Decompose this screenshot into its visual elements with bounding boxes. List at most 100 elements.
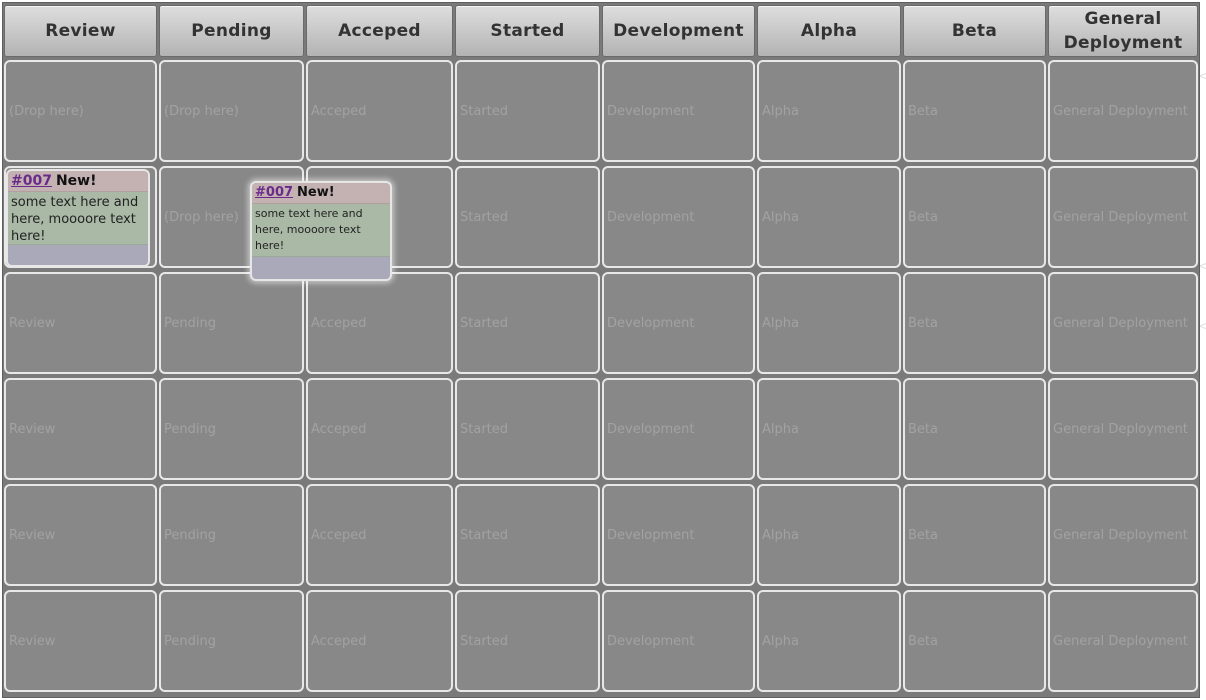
card-header: #007 New! <box>8 171 148 192</box>
board-cell[interactable]: Started <box>455 378 600 480</box>
board-cell[interactable]: Alpha <box>757 272 901 374</box>
board-cell[interactable]: Pending <box>159 272 304 374</box>
board-cell[interactable]: General Deployment <box>1048 484 1198 586</box>
cell-drop-label: Alpha <box>762 527 799 543</box>
cell-drop-label: Alpha <box>762 315 799 331</box>
column-header-row: Review Pending Acceped Started Developme… <box>3 3 1199 59</box>
board-cell[interactable]: Review <box>4 484 157 586</box>
cell-drop-label: (Drop here) <box>9 103 84 119</box>
cell-drop-label: Acceped <box>311 315 367 331</box>
board-cell[interactable]: Alpha <box>757 378 901 480</box>
cell-drop-label: Pending <box>164 421 216 437</box>
board-cell[interactable]: (Drop here) <box>159 60 304 162</box>
board-cell[interactable]: General Deployment <box>1048 378 1198 480</box>
cell-drop-label: General Deployment <box>1053 103 1188 119</box>
cell-drop-label: Development <box>607 209 695 225</box>
board-cell[interactable]: Development <box>602 60 755 162</box>
cell-drop-label: Started <box>460 633 509 649</box>
card-text: some text here and here, moooore text he… <box>8 192 148 245</box>
board-cell[interactable]: Beta <box>903 378 1046 480</box>
board-cell[interactable]: Acceped <box>306 60 453 162</box>
board-cell[interactable]: Started <box>455 166 600 268</box>
cell-drop-label: Acceped <box>311 527 367 543</box>
cell-drop-label: General Deployment <box>1053 421 1188 437</box>
cell-drop-label: General Deployment <box>1053 633 1188 649</box>
column-header-pending[interactable]: Pending <box>159 5 304 57</box>
cell-drop-label: Alpha <box>762 209 799 225</box>
task-card-dragging[interactable]: #007 New! some text here and here, moooor… <box>250 181 392 281</box>
board-cell[interactable]: Pending <box>159 590 304 692</box>
board-cell[interactable]: Alpha <box>757 484 901 586</box>
cell-drop-label: (Drop here) <box>164 209 239 225</box>
cell-drop-label: Development <box>607 527 695 543</box>
kanban-board: Review Pending Acceped Started Developme… <box>2 2 1200 698</box>
board-cell[interactable]: Review <box>4 378 157 480</box>
column-header-acceped[interactable]: Acceped <box>306 5 453 57</box>
board-cell[interactable]: Acceped <box>306 590 453 692</box>
cell-drop-label: General Deployment <box>1053 209 1188 225</box>
board-cell[interactable]: Started <box>455 60 600 162</box>
column-header-general-deployment[interactable]: General Deployment <box>1048 5 1198 57</box>
task-card[interactable]: #007 New! some text here and here, moooor… <box>6 169 150 267</box>
cell-drop-label: Started <box>460 209 509 225</box>
board-cell[interactable]: Beta <box>903 166 1046 268</box>
card-id-link[interactable]: #007 <box>11 173 52 189</box>
column-title: Alpha <box>800 21 858 41</box>
board-cell[interactable]: Pending <box>159 484 304 586</box>
board-cell[interactable]: Alpha <box>757 166 901 268</box>
board-cell[interactable]: Beta <box>903 590 1046 692</box>
board-cell[interactable]: Started <box>455 272 600 374</box>
board-cell[interactable]: Started <box>455 484 600 586</box>
column-title: General Deployment <box>1063 9 1183 53</box>
column-header-beta[interactable]: Beta <box>903 5 1046 57</box>
board-cell[interactable]: Started <box>455 590 600 692</box>
column-header-alpha[interactable]: Alpha <box>757 5 901 57</box>
board-cell[interactable]: General Deployment <box>1048 590 1198 692</box>
cell-drop-label: Beta <box>908 421 938 437</box>
card-text: some text here and here, moooore text he… <box>252 204 390 257</box>
column-title: Beta <box>951 21 998 41</box>
board-cell[interactable]: Development <box>602 272 755 374</box>
card-new-badge: New! <box>55 173 97 189</box>
board-cell[interactable]: Beta <box>903 272 1046 374</box>
board-cell[interactable]: Review <box>4 590 157 692</box>
board-cell[interactable]: Alpha <box>757 60 901 162</box>
board-cell[interactable]: (Drop here) <box>4 60 157 162</box>
cell-drop-label: Review <box>9 315 56 331</box>
board-cell[interactable]: Pending <box>159 378 304 480</box>
column-header-development[interactable]: Development <box>602 5 755 57</box>
cell-drop-label: (Drop here) <box>164 103 239 119</box>
board-cell[interactable]: Alpha <box>757 590 901 692</box>
board-cell[interactable]: Acceped <box>306 272 453 374</box>
column-title: Acceped <box>338 21 421 41</box>
board-cell[interactable]: Acceped <box>306 484 453 586</box>
cell-drop-label: Alpha <box>762 421 799 437</box>
card-footer <box>252 257 390 279</box>
card-footer <box>8 245 148 265</box>
cell-drop-label: General Deployment <box>1053 527 1188 543</box>
cell-drop-label: Development <box>607 633 695 649</box>
board-cell[interactable]: Development <box>602 590 755 692</box>
board-cell[interactable]: Beta <box>903 60 1046 162</box>
column-header-started[interactable]: Started <box>455 5 600 57</box>
cell-drop-label: Acceped <box>311 421 367 437</box>
board-cell[interactable]: Acceped <box>306 378 453 480</box>
column-title: Review <box>45 21 116 41</box>
cell-drop-label: General Deployment <box>1053 315 1188 331</box>
board-cell[interactable]: Development <box>602 378 755 480</box>
board-cell[interactable]: Development <box>602 484 755 586</box>
card-id-link[interactable]: #007 <box>255 185 293 200</box>
board-cell[interactable]: Review <box>4 272 157 374</box>
column-title: Started <box>490 21 565 41</box>
board-cell[interactable]: Beta <box>903 484 1046 586</box>
board-cell[interactable]: General Deployment <box>1048 60 1198 162</box>
cell-drop-label: Started <box>460 421 509 437</box>
cell-drop-label: Started <box>460 315 509 331</box>
column-title: Pending <box>191 21 272 41</box>
cell-drop-label: Development <box>607 421 695 437</box>
board-cell[interactable]: General Deployment <box>1048 272 1198 374</box>
cell-drop-label: Review <box>9 527 56 543</box>
column-header-review[interactable]: Review <box>4 5 157 57</box>
board-cell[interactable]: General Deployment <box>1048 166 1198 268</box>
board-cell[interactable]: Development <box>602 166 755 268</box>
